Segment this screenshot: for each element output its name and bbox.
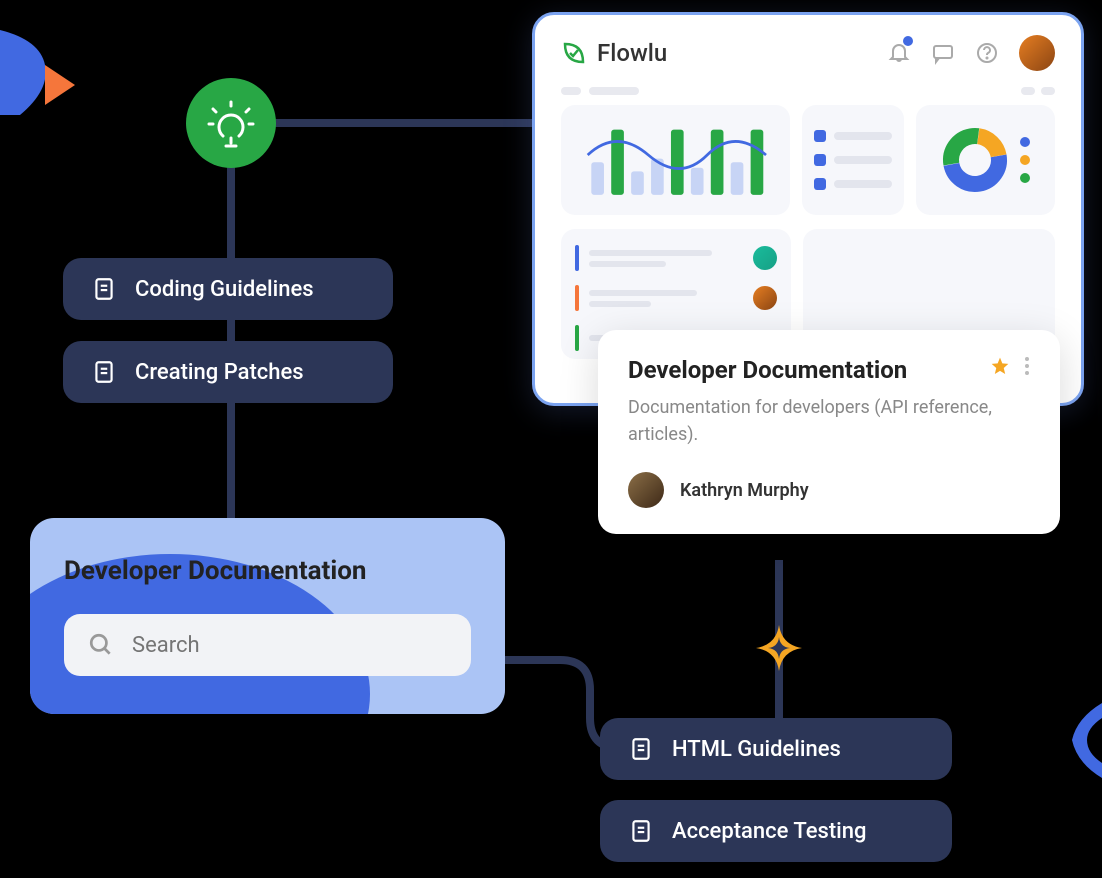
user-avatar[interactable]	[1019, 35, 1055, 71]
brand-name: Flowlu	[597, 39, 667, 67]
more-icon[interactable]	[1024, 356, 1030, 376]
decoration-top-left	[0, 30, 85, 115]
pill-label: HTML Guidelines	[672, 737, 841, 762]
chat-icon[interactable]	[931, 41, 955, 65]
star-icon[interactable]	[990, 356, 1010, 376]
pill-label: Coding Guidelines	[135, 277, 314, 302]
search-box[interactable]	[64, 614, 471, 676]
sparkle-icon	[754, 623, 804, 673]
pill-creating-patches[interactable]: Creating Patches	[63, 341, 393, 403]
widget-chart[interactable]	[561, 105, 790, 215]
idea-bulb-icon	[186, 78, 276, 168]
pill-html-guidelines[interactable]: HTML Guidelines	[600, 718, 952, 780]
document-icon	[91, 276, 117, 302]
brand-logo-icon	[561, 40, 587, 66]
document-icon	[628, 736, 654, 762]
search-input[interactable]	[132, 633, 447, 658]
pill-acceptance-testing[interactable]: Acceptance Testing	[600, 800, 952, 862]
pill-label: Creating Patches	[135, 360, 304, 385]
decoration-right	[1057, 703, 1102, 778]
document-icon	[628, 818, 654, 844]
document-icon	[91, 359, 117, 385]
doc-author-name: Kathryn Murphy	[680, 480, 809, 501]
doc-detail-card: Developer Documentation Documentation fo…	[598, 330, 1060, 534]
search-card-title: Developer Documentation	[64, 556, 471, 586]
notifications-button[interactable]	[887, 39, 911, 67]
brand: Flowlu	[561, 39, 667, 67]
pill-coding-guidelines[interactable]: Coding Guidelines	[63, 258, 393, 320]
doc-card-title: Developer Documentation	[628, 356, 907, 384]
doc-card-description: Documentation for developers (API refere…	[628, 394, 1030, 448]
help-icon[interactable]	[975, 41, 999, 65]
widget-list[interactable]	[802, 105, 904, 215]
pill-label: Acceptance Testing	[672, 819, 867, 844]
widget-donut-chart[interactable]	[916, 105, 1055, 215]
bell-icon	[887, 39, 911, 63]
search-icon	[88, 632, 114, 658]
doc-author-avatar	[628, 472, 664, 508]
developer-documentation-search-card: Developer Documentation	[30, 518, 505, 714]
